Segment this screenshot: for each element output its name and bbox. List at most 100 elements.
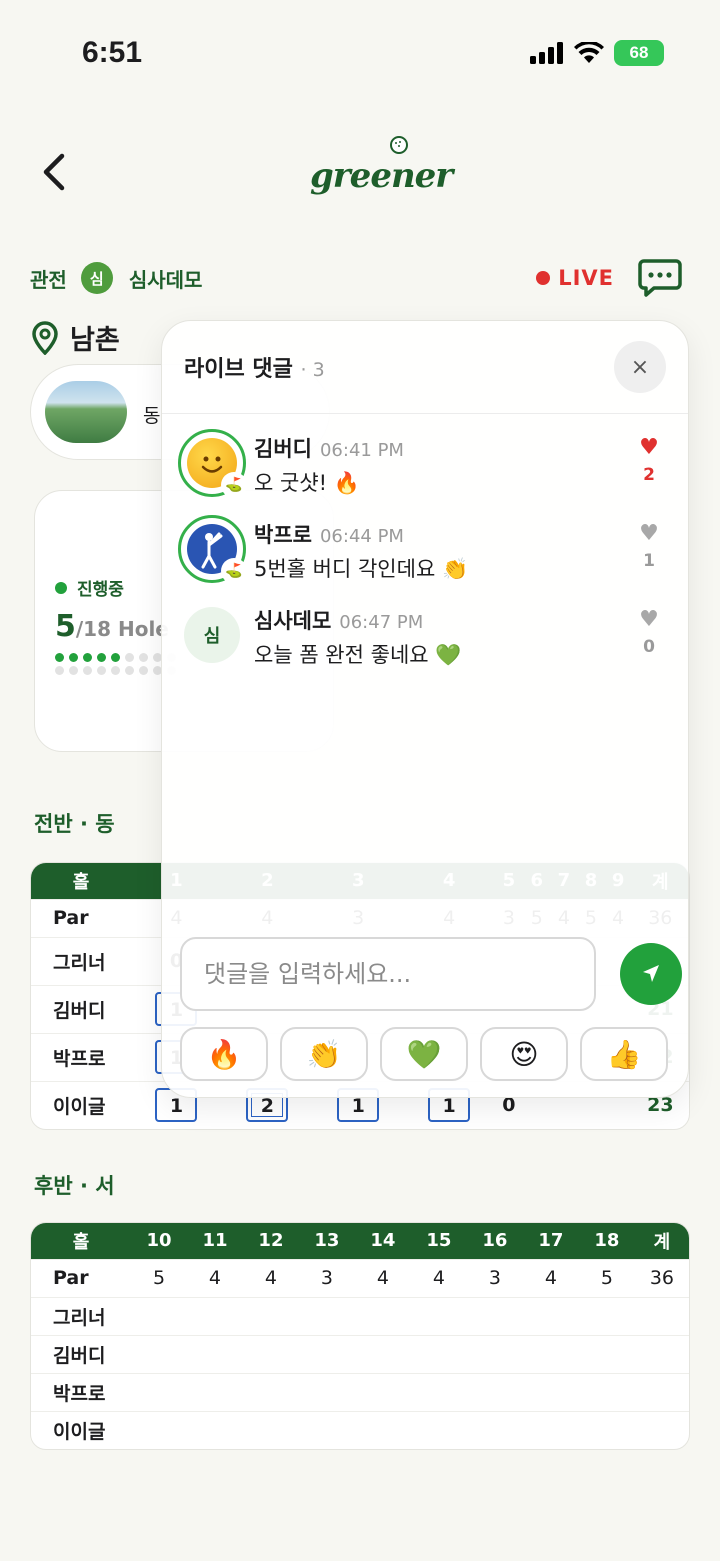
hole-dot — [111, 653, 120, 662]
back-nine-scorecard: 홀 10 11 12 13 14 15 16 17 18 계 Par 5 4 4… — [30, 1222, 690, 1450]
signal-icon — [530, 42, 563, 64]
comment-time: 06:47 PM — [339, 612, 424, 633]
player-row: 이이글 — [31, 1410, 689, 1449]
par-cell: 4 — [186, 1258, 243, 1297]
player-name-cell: 이이글 — [31, 1410, 131, 1449]
spectate-row: 관전 심 심사데모 LIVE — [30, 258, 690, 298]
player-name-cell: 박프로 — [31, 1372, 131, 1411]
comment-text: 오늘 폼 완전 좋네요 💚 — [254, 643, 462, 667]
hole-dot — [55, 653, 64, 662]
hole-dot — [97, 653, 106, 662]
comment-text: 오 굿샷! 🔥 — [254, 471, 360, 495]
header-cell: 17 — [522, 1223, 579, 1259]
chat-button[interactable] — [638, 258, 682, 298]
live-comments-title: 라이브 댓글 · 3 — [184, 351, 325, 383]
top-nav: greener — [0, 120, 720, 220]
like-count: 0 — [643, 637, 655, 657]
heart-icon: ♥ — [639, 607, 659, 632]
commenter-avatar: ⛳ — [178, 429, 247, 498]
reaction-love-button[interactable]: 😍 — [480, 1027, 568, 1081]
header-cell: 12 — [242, 1223, 299, 1259]
hole-dot — [139, 666, 148, 675]
header-cell: 홀 — [31, 863, 131, 899]
divider — [162, 413, 688, 414]
reaction-heart-button[interactable]: 💚 — [380, 1027, 468, 1081]
par-cell: 36 — [634, 1258, 689, 1297]
hole-dot — [69, 666, 78, 675]
live-comments-title-text: 라이브 댓글 — [184, 357, 293, 382]
par-cell: 4 — [354, 1258, 411, 1297]
hole-dot — [83, 653, 92, 662]
player-name-cell: 그리너 — [31, 1296, 131, 1335]
golf-flag-icon: ⛳ — [221, 472, 247, 498]
back-button[interactable] — [36, 150, 76, 194]
player-name: 심사데모 — [128, 267, 203, 292]
back-nine-title: 후반 · 서 — [34, 1174, 115, 1198]
comment-item: ⛳ 김버디 06:41 PM 오 굿샷! 🔥 ♥ 2 — [178, 429, 674, 505]
header-cell: 16 — [466, 1223, 523, 1259]
par-cell: 4 — [410, 1258, 467, 1297]
reaction-clap-button[interactable]: 👏 — [280, 1027, 368, 1081]
header-cell: 11 — [186, 1223, 243, 1259]
hole-dot — [139, 653, 148, 662]
header-cell: 13 — [298, 1223, 355, 1259]
send-button[interactable] — [620, 943, 682, 1005]
comment-item: 심 심사데모 06:47 PM 오늘 폼 완전 좋네요 💚 ♥ 0 — [178, 601, 674, 677]
logo-text: greener — [310, 156, 453, 196]
comment-time: 06:44 PM — [319, 526, 404, 547]
header-cell: 10 — [131, 1223, 187, 1259]
par-cell: 3 — [298, 1258, 355, 1297]
player-name-cell: 박프로 — [31, 1032, 131, 1081]
progress-status-label: 진행중 — [77, 580, 124, 600]
player-row: 박프로 — [31, 1372, 689, 1411]
player-row: 김버디 — [31, 1334, 689, 1373]
wifi-icon — [574, 42, 604, 63]
reaction-fire-button[interactable]: 🔥 — [180, 1027, 268, 1081]
comment-input[interactable] — [180, 937, 596, 1011]
reaction-thumbsup-button[interactable]: 👍 — [580, 1027, 668, 1081]
par-cell: 4 — [522, 1258, 579, 1297]
comment-author-line: 심사데모 06:47 PM — [254, 605, 423, 635]
close-button[interactable]: × — [614, 341, 666, 393]
hole-dot — [69, 653, 78, 662]
live-dot-icon — [536, 271, 551, 285]
live-comments-panel: 라이브 댓글 · 3 × ⛳ 김버디 06:41 PM 오 굿샷! 🔥 ♥ 2 ⛳ — [161, 320, 689, 1098]
live-indicator: LIVE — [536, 266, 614, 290]
status-bar: 6:51 68 — [0, 0, 720, 100]
progress-status: 진행중 — [55, 575, 124, 600]
live-label: LIVE — [558, 266, 614, 290]
par-cell: 5 — [131, 1258, 187, 1297]
status-time: 6:51 — [82, 36, 143, 69]
header-cell: 계 — [634, 1223, 689, 1259]
reaction-row: 🔥 👏 💚 😍 👍 — [180, 1027, 674, 1081]
header-cell: 홀 — [31, 1223, 131, 1259]
chevron-left-icon — [43, 153, 65, 191]
hole-dot — [125, 666, 134, 675]
comment-time: 06:41 PM — [319, 440, 404, 461]
like-button[interactable]: ♥ 0 — [636, 607, 662, 658]
comment-text: 5번홀 버디 각인데요 👏 — [254, 557, 469, 581]
player-row: 그리너 — [31, 1296, 689, 1335]
hole-dot — [55, 666, 64, 675]
player-avatar: 심 — [80, 262, 113, 294]
heart-filled-icon: ♥ — [639, 435, 659, 460]
course-thumbnail — [45, 381, 127, 443]
player-name-cell: 김버디 — [31, 984, 131, 1033]
golf-ball-icon — [390, 136, 408, 154]
par-cell: 3 — [466, 1258, 523, 1297]
hole-total: /18 Hole — [75, 617, 169, 641]
like-button[interactable]: ♥ 2 — [636, 435, 662, 486]
current-hole: 5 — [55, 609, 76, 644]
player-name-cell: 이이글 — [31, 1080, 131, 1129]
hole-dot — [97, 666, 106, 675]
course-card-label: 동 — [143, 405, 161, 427]
comment-author: 심사데모 — [254, 609, 332, 633]
greener-logo: greener — [306, 134, 453, 204]
player-name-cell: 그리너 — [31, 936, 131, 985]
status-icons: 68 — [530, 40, 664, 66]
status-dot-icon — [55, 581, 67, 594]
like-button[interactable]: ♥ 1 — [636, 523, 662, 572]
battery-icon: 68 — [614, 40, 664, 66]
live-comments-count: · 3 — [300, 359, 325, 381]
hole-dot — [125, 653, 134, 662]
